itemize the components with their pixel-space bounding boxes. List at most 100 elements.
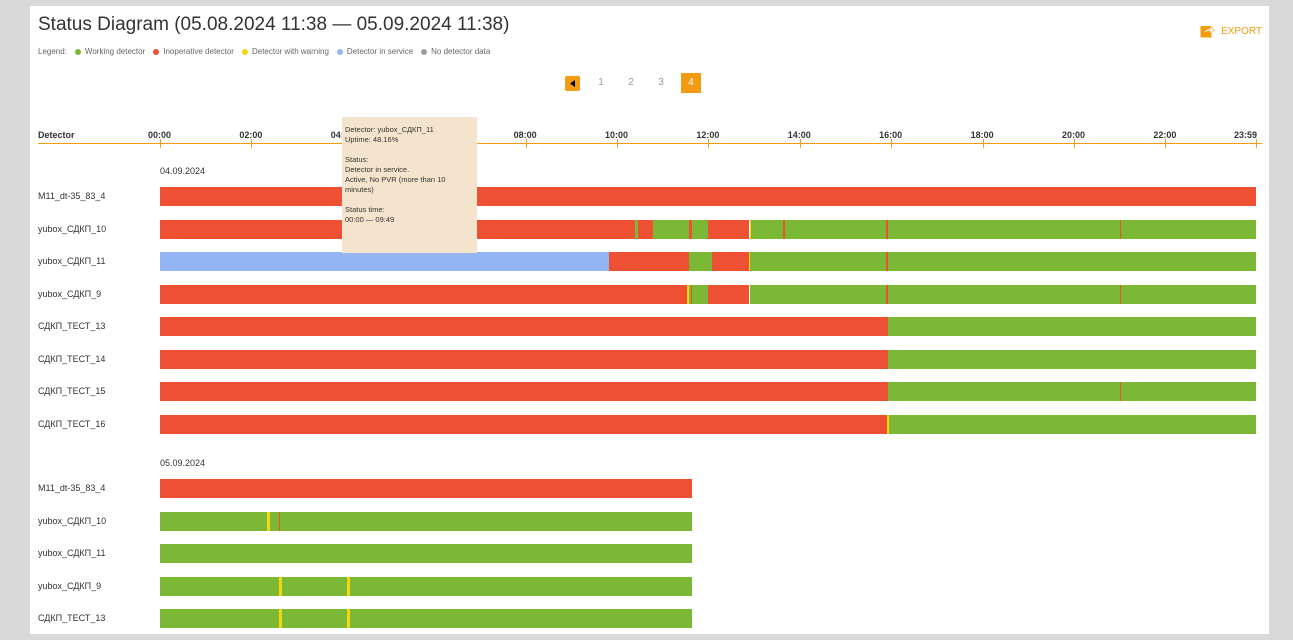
status-bar[interactable] <box>160 382 1256 401</box>
status-segment-working[interactable] <box>751 219 784 239</box>
page-1[interactable]: 1 <box>591 73 611 93</box>
tooltip-uptime: Uptime: 48.16% <box>345 135 399 144</box>
detector-name: СДКП_ТЕСТ_13 <box>38 321 106 331</box>
day-label: 05.09.2024 <box>160 458 206 468</box>
tooltip-status-line2: Active, No PVR (more than 10 minutes) <box>345 175 446 194</box>
pagination: 1 2 3 4 <box>565 73 711 93</box>
status-segment-working[interactable] <box>280 511 692 531</box>
status-segment-working[interactable] <box>1121 284 1256 304</box>
status-bar[interactable] <box>160 349 1256 369</box>
status-bar[interactable] <box>160 219 1256 239</box>
status-segment-working[interactable] <box>784 219 886 239</box>
status-segment-working[interactable] <box>1121 382 1256 401</box>
status-segment-inoperative[interactable] <box>707 219 750 239</box>
status-segment-inoperative[interactable] <box>160 479 692 498</box>
status-segment-inoperative[interactable] <box>638 219 653 239</box>
legend-item-working: Working detector <box>74 47 145 56</box>
status-segment-working[interactable] <box>160 544 692 563</box>
legend-item-warning: Detector with warning <box>241 47 329 56</box>
status-segment-working[interactable] <box>281 576 348 596</box>
page-2[interactable]: 2 <box>621 73 641 93</box>
status-bar[interactable] <box>160 414 1256 434</box>
export-button[interactable]: EXPORT <box>1200 24 1262 38</box>
legend-dot-inoperative <box>153 48 160 55</box>
detector-name: СДКП_ТЕСТ_14 <box>38 353 106 364</box>
status-segment-working[interactable] <box>888 252 1256 271</box>
status-segment-working[interactable] <box>652 219 690 239</box>
status-bar[interactable] <box>160 479 692 498</box>
status-segment-service[interactable] <box>160 252 609 271</box>
status-bar[interactable] <box>160 511 692 531</box>
status-bar[interactable] <box>160 317 1256 336</box>
tick-mark <box>708 139 709 148</box>
status-segment-inoperative[interactable] <box>160 349 889 369</box>
tooltip-status-label: Status: <box>345 155 369 164</box>
tick-mark <box>526 139 527 148</box>
tick-mark <box>617 139 618 148</box>
status-segment-working[interactable] <box>888 317 1256 336</box>
status-segment-working[interactable] <box>350 576 692 596</box>
status-segment-working[interactable] <box>350 609 692 628</box>
status-segment-working[interactable] <box>160 511 267 531</box>
tooltip-time-label: Status time: <box>345 205 385 214</box>
status-segment-inoperative[interactable] <box>160 317 889 336</box>
legend-label: Legend: <box>38 47 67 56</box>
status-segment-working[interactable] <box>888 414 1256 434</box>
time-axis-line <box>38 143 1262 144</box>
export-label: EXPORT <box>1221 25 1262 37</box>
status-segment-working[interactable] <box>269 511 279 531</box>
export-icon <box>1200 25 1216 38</box>
detector-name: yubox_СДКП_10 <box>38 515 107 526</box>
status-segment-working[interactable] <box>888 382 1120 401</box>
status-diagram-panel: Status Diagram (05.08.2024 11:38 — 05.09… <box>30 6 1269 634</box>
status-segment-working[interactable] <box>888 284 1120 304</box>
status-segment-working[interactable] <box>1121 219 1256 239</box>
page-3[interactable]: 3 <box>651 73 671 93</box>
legend-dot-nodata <box>421 48 428 55</box>
status-segment-working[interactable] <box>692 219 708 239</box>
detector-name: yubox_СДКП_10 <box>38 223 107 234</box>
status-tooltip: Detector: yubox_СДКП_11 Uptime: 48.16% S… <box>342 117 477 253</box>
status-bar[interactable] <box>160 284 1256 304</box>
status-segment-working[interactable] <box>750 252 886 271</box>
status-segment-working[interactable] <box>888 349 1256 369</box>
detector-name: M11_dt-35_83_4 <box>38 191 106 201</box>
status-segment-inoperative[interactable] <box>160 284 688 304</box>
tick-mark <box>251 139 252 148</box>
tooltip-time-value: 00:00 — 09:49 <box>345 215 395 224</box>
detector-column-header: Detector <box>38 130 75 140</box>
tick-mark <box>891 139 892 148</box>
status-segment-working[interactable] <box>749 284 886 304</box>
status-segment-inoperative[interactable] <box>160 382 889 401</box>
tick-mark <box>1074 139 1075 148</box>
page-title: Status Diagram (05.08.2024 11:38 — 05.09… <box>38 14 510 35</box>
tick-label: 23:59 <box>1234 130 1258 140</box>
status-segment-inoperative[interactable] <box>160 187 1256 206</box>
tick-mark <box>800 139 801 148</box>
status-segment-working[interactable] <box>281 609 348 628</box>
status-segment-working[interactable] <box>160 576 279 596</box>
legend-item-inoperative: Inoperative detector <box>153 47 234 56</box>
status-segment-working[interactable] <box>160 609 279 628</box>
page-4[interactable]: 4 <box>681 73 701 93</box>
status-bar[interactable] <box>160 576 692 596</box>
status-segment-inoperative[interactable] <box>608 252 689 271</box>
status-segment-inoperative[interactable] <box>707 284 750 304</box>
status-segment-working[interactable] <box>888 219 1120 239</box>
detector-name: СДКП_ТЕСТ_13 <box>38 613 106 623</box>
status-segment-working[interactable] <box>692 284 708 304</box>
detector-name: yubox_СДКП_9 <box>38 580 102 591</box>
prev-page-button[interactable] <box>565 75 580 91</box>
legend-item-service: Detector in service <box>336 47 413 56</box>
legend-item-nodata: No detector data <box>421 47 490 56</box>
tick-mark <box>983 139 984 148</box>
detector-name: СДКП_ТЕСТ_15 <box>38 386 106 396</box>
status-bar[interactable] <box>160 544 692 563</box>
status-bar[interactable] <box>160 187 1256 206</box>
status-segment-inoperative[interactable] <box>712 252 749 271</box>
tooltip-status-line1: Detector in service. <box>345 165 410 174</box>
status-segment-working[interactable] <box>688 252 713 271</box>
status-bar[interactable] <box>160 609 692 628</box>
status-segment-inoperative[interactable] <box>160 414 888 434</box>
status-bar[interactable] <box>160 252 1256 271</box>
